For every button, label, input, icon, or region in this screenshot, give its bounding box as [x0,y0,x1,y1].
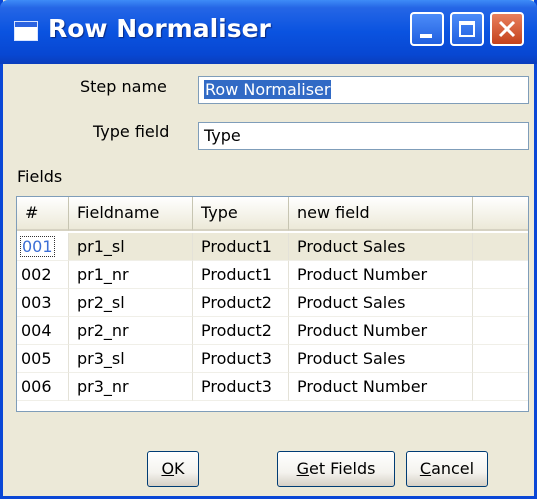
fieldname-cell[interactable]: pr2_sl [69,289,193,317]
type-field-label: Type field [93,122,170,141]
row-number-cell[interactable]: 003 [17,289,69,317]
fieldname-cell[interactable]: pr3_sl [69,345,193,373]
blank-cell [473,317,528,345]
table-row[interactable]: 005 pr3_sl Product3 Product Sales [17,345,528,373]
window-app-icon [14,21,38,41]
type-field-input[interactable]: Type [198,122,529,150]
fieldname-cell[interactable]: pr2_nr [69,317,193,345]
row-number-cell[interactable]: 001 [17,233,69,261]
step-name-value: Row Normaliser [204,80,332,99]
type-cell[interactable]: Product3 [193,373,289,401]
column-header-new-field[interactable]: new field [289,197,473,231]
window-title: Row Normaliser [48,14,271,43]
table-header: # Fieldname Type new field [17,197,528,231]
row-number-cell[interactable]: 006 [17,373,69,401]
new-field-cell[interactable]: Product Sales [289,233,473,261]
column-header-fieldname[interactable]: Fieldname [69,197,193,231]
column-header-blank [473,197,528,231]
close-icon[interactable] [490,12,524,46]
new-field-cell[interactable]: Product Sales [289,345,473,373]
minimize-icon[interactable] [410,12,444,46]
blank-cell [473,345,528,373]
cancel-button[interactable]: Cancel [406,451,488,487]
blank-cell [473,261,528,289]
type-cell[interactable]: Product1 [193,261,289,289]
table-row[interactable]: 002 pr1_nr Product1 Product Number [17,261,528,289]
new-field-cell[interactable]: Product Number [289,261,473,289]
column-header-type[interactable]: Type [193,197,289,231]
type-cell[interactable]: Product1 [193,233,289,261]
type-cell[interactable]: Product3 [193,345,289,373]
fields-label: Fields [17,167,63,186]
new-field-cell[interactable]: Product Number [289,317,473,345]
fields-table[interactable]: # Fieldname Type new field 001 pr1_sl Pr… [16,196,529,412]
table-row[interactable]: 001 pr1_sl Product1 Product Sales [17,233,528,261]
type-cell[interactable]: Product2 [193,317,289,345]
row-number-cell[interactable]: 004 [17,317,69,345]
step-name-input[interactable]: Row Normaliser [198,76,529,104]
table-row[interactable]: 004 pr2_nr Product2 Product Number [17,317,528,345]
title-bar[interactable]: Row Normaliser [0,0,537,64]
fieldname-cell[interactable]: pr1_nr [69,261,193,289]
close-x-glyph [498,20,516,38]
fieldname-cell[interactable]: pr1_sl [69,233,193,261]
table-row[interactable]: 006 pr3_nr Product3 Product Number [17,373,528,401]
new-field-cell[interactable]: Product Number [289,373,473,401]
maximize-icon[interactable] [450,12,484,46]
step-name-label: Step name [80,77,167,96]
blank-cell [473,233,528,261]
new-field-cell[interactable]: Product Sales [289,289,473,317]
type-field-value: Type [204,126,241,145]
blank-cell [473,289,528,317]
get-fields-button[interactable]: Get Fields [277,451,395,487]
row-number-cell[interactable]: 005 [17,345,69,373]
row-number-cell[interactable]: 002 [17,261,69,289]
type-cell[interactable]: Product2 [193,289,289,317]
ok-button[interactable]: OK [147,451,199,487]
table-row[interactable]: 003 pr2_sl Product2 Product Sales [17,289,528,317]
fieldname-cell[interactable]: pr3_nr [69,373,193,401]
column-header-number[interactable]: # [17,197,69,231]
blank-cell [473,373,528,401]
